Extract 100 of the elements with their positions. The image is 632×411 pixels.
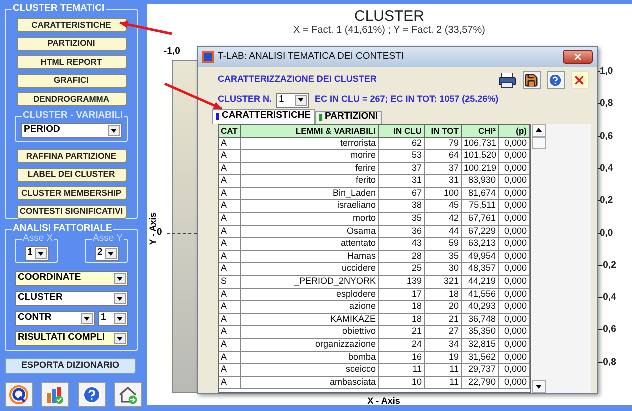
help-icon [548, 72, 564, 88]
table-cell: 0,000 [499, 263, 530, 276]
scroll-thumb[interactable] [532, 136, 546, 148]
left-axis-tick: 0 [157, 227, 162, 238]
chart-title: CLUSTER [353, 9, 426, 25]
table-cell: 22,790 [462, 376, 499, 390]
table-cell: 0,000 [499, 301, 530, 314]
dropdown-field[interactable]: 2 [94, 246, 118, 261]
table-cell: 44,219 [462, 276, 499, 289]
sidebar-button[interactable]: PARTIZIONI [16, 36, 126, 50]
table-cell: 0,000 [499, 238, 530, 251]
dropdown-field[interactable]: COORDINATE [15, 271, 128, 286]
table-cell: A [219, 326, 241, 339]
html-export-button[interactable] [498, 71, 517, 89]
table-cell: 67 [379, 188, 425, 200]
table-cell: A [219, 150, 241, 163]
close-button[interactable] [563, 50, 593, 64]
home-button[interactable] [114, 382, 142, 407]
sidebar-button[interactable]: LABEL DEI CLUSTER [16, 168, 126, 182]
chart-button[interactable] [41, 382, 70, 407]
table-cell: israeliano [241, 200, 379, 214]
scroll-up-icon[interactable] [532, 124, 546, 136]
dropdown-field[interactable]: 1 [24, 246, 48, 261]
table-cell: 100,219 [462, 162, 499, 176]
sidebar-button[interactable]: HTML REPORT [16, 55, 126, 69]
table-cell: 0,000 [499, 376, 530, 390]
q-logo-button[interactable] [5, 382, 33, 407]
save-icon [524, 72, 540, 88]
table-cell: 42 [425, 213, 462, 226]
table-cell: 35,350 [462, 326, 499, 339]
table-cell: 24 [379, 339, 425, 352]
table-cell: A [219, 213, 241, 226]
help-button[interactable] [546, 71, 565, 89]
scroll-down-icon[interactable] [532, 380, 546, 393]
table-cell: Bin_Laden [241, 188, 379, 200]
top-axis-tick: -1,0 [164, 46, 180, 57]
table-cell: 0,000 [499, 162, 530, 176]
right-axis-tick: -0,6 [600, 324, 616, 336]
sidebar-button[interactable]: CONTESTI SIGNIFICATIVI [16, 204, 126, 218]
table-cell: Hamas [241, 250, 379, 264]
table-cell: A [219, 162, 241, 176]
table-cell: 0,000 [499, 138, 530, 150]
sidebar-button[interactable]: RAFFINA PARTIZIONE [16, 149, 126, 163]
table-cell: 0,000 [499, 200, 530, 214]
table-cell: A [219, 138, 241, 150]
tab[interactable]: PARTIZIONI [315, 110, 382, 124]
column-header[interactable]: LEMMI & VARIABILI [241, 124, 379, 138]
app-logo-icon [202, 51, 214, 63]
scrollbar[interactable] [532, 124, 547, 393]
table-cell: 34 [425, 339, 462, 352]
table-cell: A [219, 339, 241, 352]
table-cell: bomba [241, 352, 379, 364]
dropdown-field[interactable]: CLUSTER [15, 291, 128, 306]
table-cell: S [219, 276, 241, 289]
table-cell: 27 [425, 326, 462, 339]
table-cell: 11 [379, 364, 425, 377]
table-cell: 29,737 [462, 364, 499, 377]
column-header[interactable]: CAT [219, 124, 241, 138]
sidebar-button[interactable]: DENDROGRAMMA [16, 92, 126, 106]
help-button[interactable] [78, 382, 106, 407]
dialog-heading: CARATTERIZZAZIONE DEI CLUSTER [218, 73, 378, 86]
dropdown-field[interactable]: RISULTATI COMPLI [15, 331, 128, 346]
table-cell: 21 [425, 314, 462, 326]
x-axis-label: X - Axis [366, 396, 402, 406]
right-axis-tick: 0,0 [600, 228, 614, 238]
table-cell: 0,000 [499, 276, 530, 289]
table-cell: 37 [425, 162, 462, 176]
dropdown-field[interactable]: PERIOD [21, 123, 122, 138]
column-header[interactable]: IN CLU [379, 124, 425, 138]
cluster-summary: EC IN CLU = 267; EC IN TOT: 1057 (25.26%) [315, 93, 499, 106]
export-button[interactable]: ESPORTA DIZIONARIO [5, 358, 136, 374]
table-cell: A [219, 263, 241, 276]
table-cell: 64 [425, 150, 462, 163]
column-header[interactable]: IN TOT [425, 124, 462, 138]
sidebar-button[interactable]: CARATTERISTICHE [16, 18, 126, 32]
table-cell: 31 [425, 175, 462, 188]
tab[interactable]: CARATTERISTICHE [212, 108, 316, 124]
table-cell: 18 [379, 301, 425, 314]
column-header[interactable]: CHI² [462, 124, 499, 138]
table-cell: Osama [241, 226, 379, 238]
table-cell: 37 [379, 162, 425, 176]
sidebar-button[interactable]: CLUSTER MEMBERSHIP [16, 186, 126, 200]
table-cell: 11 [425, 376, 462, 390]
sidebar-button[interactable]: GRAFICI [16, 74, 126, 88]
table-cell: 0,000 [499, 364, 530, 377]
table-cell: 0,000 [499, 288, 530, 302]
dropdown-field[interactable]: CONTR [15, 311, 95, 326]
dropdown-field[interactable]: 1 [276, 92, 309, 108]
cluster-label: CLUSTER N. [218, 93, 272, 106]
q-logo-icon [9, 384, 29, 404]
table-cell: A [219, 188, 241, 200]
table-cell: 0,000 [499, 314, 530, 326]
right-axis-tick: -0,2 [600, 260, 616, 271]
close-icon [573, 74, 586, 86]
table-cell: 35 [425, 250, 462, 264]
column-header[interactable]: (p) [499, 124, 530, 138]
table-cell: ferito [241, 175, 379, 188]
chart-subtitle: X = Fact. 1 (41,61%) ; Y = Fact. 2 (33,57%) [292, 25, 486, 37]
dropdown-field[interactable]: 1 [98, 311, 128, 326]
save-button[interactable] [522, 71, 541, 89]
